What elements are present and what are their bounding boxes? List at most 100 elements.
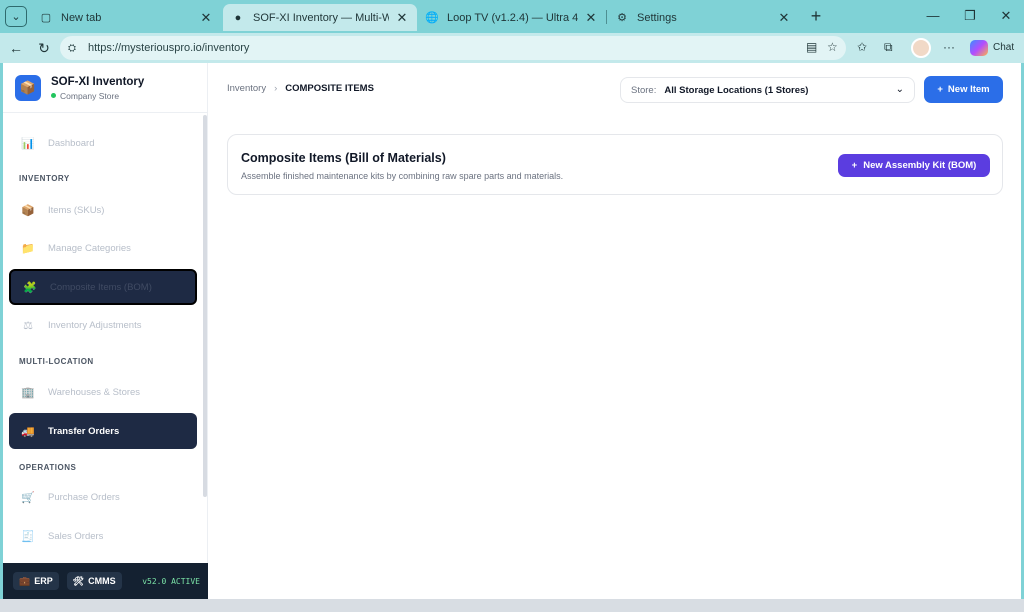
erp-label: ERP [34,576,53,586]
section-heading-operations: OPERATIONS [19,463,77,472]
tab-label: Settings [637,11,677,24]
brand-subtitle-text: Company Store [60,90,120,101]
chevron-down-icon: ⌄ [895,84,904,95]
sidebar-scrollbar[interactable] [203,115,207,497]
sidebar-item-purchase-orders[interactable]: 🛒 Purchase Orders [9,479,197,515]
puzzle-icon: 🧩 [23,281,37,294]
sidebar-item-label: Dashboard [48,137,95,149]
browser-address-bar: ← ↻ ⛭ https://mysteriouspro.io/inventory… [0,33,1024,63]
back-button[interactable]: ← [6,38,26,58]
app-viewport: 📦 SOF-XI Inventory Company Store 📊 Dashb… [3,63,1021,599]
sidebar-footer: 💼 ERP 🛠 CMMS v52.0 ACTIVE [3,563,208,599]
section-heading-inventory: INVENTORY [19,174,70,183]
folder-icon: 📁 [21,242,35,255]
breadcrumb-link-inventory[interactable]: Inventory [227,83,266,94]
minimize-icon: — [926,8,940,23]
minimize-button[interactable]: — [923,6,943,26]
close-icon[interactable]: ✕ [395,10,409,26]
tab-label: SOF-XI Inventory — Multi-Warehouse [253,11,389,24]
sidebar-item-label: Manage Categories [48,242,131,254]
favorites-icon[interactable]: ✩ [857,40,867,54]
refresh-button[interactable]: ↻ [34,38,54,58]
sidebar-item-label: Inventory Adjustments [48,319,142,331]
breadcrumb: Inventory › COMPOSITE ITEMS [227,83,374,94]
sidebar-item-inventory-adjustments[interactable]: ⚖ Inventory Adjustments [9,307,197,343]
tab-page-icon: ▢ [40,12,52,24]
store-label: Store: [631,84,657,96]
arrow-left-icon: ← [9,40,23,56]
building-icon: 🏢 [21,386,35,399]
sidebar-item-label: Composite Items (BOM) [50,281,152,293]
receipt-icon: 🧾 [21,530,35,543]
tab-new-tab[interactable]: ▢ New tab ✕ [31,4,221,31]
cmms-switch-button[interactable]: 🛠 CMMS [66,572,122,590]
brand-subtitle: Company Store [51,91,144,101]
bar-chart-icon: 📊 [21,137,35,150]
tab-sof-xi-inventory[interactable]: ● SOF-XI Inventory — Multi-Warehouse ✕ [223,4,417,31]
sidebar-item-dashboard[interactable]: 📊 Dashboard [9,125,197,161]
version-badge: v52.0 ACTIVE [142,576,200,586]
brand-title: SOF-XI Inventory [51,75,145,88]
refresh-icon: ↻ [38,40,50,56]
sidebar-item-label: Warehouses & Stores [48,386,141,398]
plus-icon: + [810,6,822,26]
extensions-icon[interactable]: ⧉ [884,40,893,55]
sidebar: 📦 SOF-XI Inventory Company Store 📊 Dashb… [3,63,208,599]
tab-label: Loop TV (v1.2.4) — Ultra 4K IPTV / Strea… [447,11,578,24]
close-icon[interactable]: ✕ [584,10,598,26]
package-icon: 📦 [21,204,35,217]
close-icon: ✕ [1000,8,1012,23]
sidebar-item-manage-categories[interactable]: 📁 Manage Categories [9,230,197,266]
tab-loop-tv[interactable]: 🌐 Loop TV (v1.2.4) — Ultra 4K IPTV / Str… [417,4,606,31]
page-title: Composite Items (Bill of Materials) [241,151,446,165]
store-select[interactable]: Store: All Storage Locations (1 Stores) … [620,77,915,103]
cmms-label: CMMS [88,576,116,586]
sidebar-item-transfer-orders[interactable]: 🚚 Transfer Orders [9,413,197,449]
sidebar-item-items-skus[interactable]: 📦 Items (SKUs) [9,192,197,228]
copilot-icon[interactable] [970,40,988,56]
globe-icon: 🌐 [425,12,439,24]
status-dot-icon [51,93,56,98]
sidebar-item-label: Transfer Orders [48,425,120,437]
close-icon[interactable]: ✕ [777,10,791,26]
favorite-star-icon[interactable]: ☆ [827,40,838,54]
cart-icon: 🛒 [21,491,35,504]
composite-items-header-card: Composite Items (Bill of Materials) Asse… [227,134,1003,195]
page-subtitle: Assemble finished maintenance kits by co… [241,171,564,181]
site-info-icon[interactable]: ⛭ [68,43,82,54]
erp-switch-button[interactable]: 💼 ERP [13,572,59,590]
profile-avatar[interactable] [911,38,931,58]
tools-icon: 🛠 [72,575,85,586]
app-favicon-icon: ● [234,11,242,24]
sidebar-item-label: Purchase Orders [48,491,120,503]
tab-label: New tab [61,11,102,24]
new-assembly-kit-button[interactable]: + New Assembly Kit (BOM) [838,154,990,177]
new-assembly-kit-label: New Assembly Kit (BOM) [863,160,977,171]
url-field[interactable]: ⛭ https://mysteriouspro.io/inventory [60,36,846,60]
section-heading-multi-location: MULTI-LOCATION [19,357,94,366]
sidebar-item-sales-orders[interactable]: 🧾 Sales Orders [9,518,197,554]
gear-icon: ⚙ [617,12,627,24]
tab-actions-menu-button[interactable]: ⌄ [5,6,27,27]
more-options-icon[interactable]: ··· [943,40,955,54]
divider [3,112,208,113]
tab-settings[interactable]: ⚙ Settings ✕ [607,4,799,31]
window-close-button[interactable]: ✕ [996,6,1016,26]
brand[interactable]: 📦 SOF-XI Inventory Company Store [15,75,144,101]
chevron-down-icon: ⌄ [11,11,21,23]
url-text: https://mysteriouspro.io/inventory [88,42,250,54]
new-tab-button[interactable]: + [806,6,826,26]
restore-button[interactable]: ❐ [960,6,980,26]
close-icon[interactable]: ✕ [199,10,213,26]
reader-mode-icon[interactable]: ▤ [806,40,817,54]
new-item-label: New Item [947,84,990,95]
briefcase-icon: 💼 [19,575,31,586]
restore-icon: ❐ [964,8,976,23]
chat-label[interactable]: Chat [993,42,1014,53]
sidebar-item-composite-items[interactable]: 🧩 Composite Items (BOM) [9,269,197,305]
new-item-button[interactable]: + New Item [924,76,1003,103]
sidebar-item-warehouses[interactable]: 🏢 Warehouses & Stores [9,374,197,410]
os-taskbar [0,599,1024,612]
browser-tab-bar: ⌄ ▢ New tab ✕ ● SOF-XI Inventory — Multi… [0,0,1024,33]
breadcrumb-separator-icon: › [274,83,278,94]
